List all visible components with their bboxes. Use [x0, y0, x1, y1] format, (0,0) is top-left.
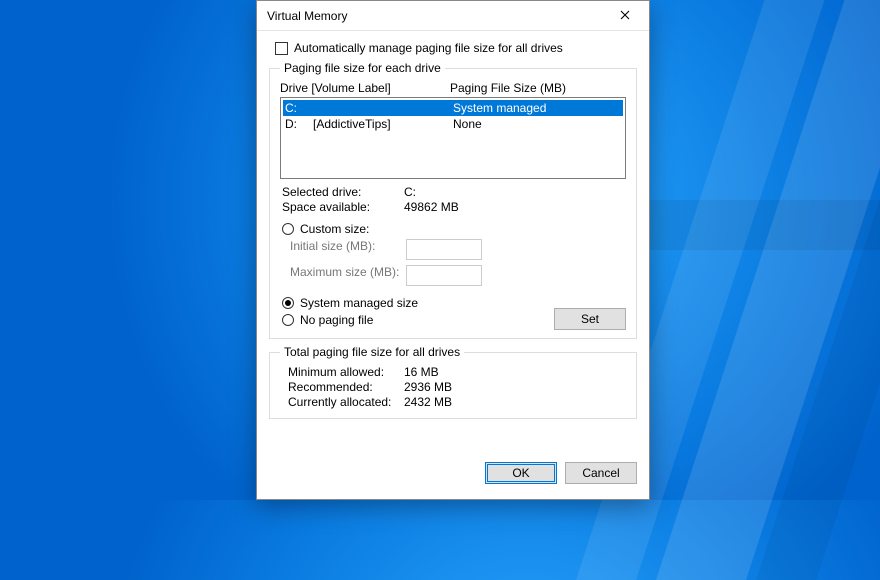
- recommended-row: Recommended: 2936 MB: [282, 380, 626, 394]
- max-size-input[interactable]: [406, 265, 482, 286]
- recommended-label: Recommended:: [282, 380, 404, 394]
- dialog-footer: OK Cancel: [257, 457, 649, 499]
- dialog-title: Virtual Memory: [267, 9, 603, 23]
- total-paging-group: Total paging file size for all drives Mi…: [269, 345, 637, 419]
- header-drive: Drive [Volume Label]: [280, 81, 450, 95]
- currently-allocated-value: 2432 MB: [404, 395, 626, 409]
- radio-icon: [282, 223, 294, 235]
- auto-manage-row[interactable]: Automatically manage paging file size fo…: [275, 41, 637, 55]
- radio-none-label: No paging file: [300, 313, 373, 327]
- max-size-row: Maximum size (MB):: [282, 265, 626, 286]
- drive-letter: D:: [285, 117, 313, 131]
- drive-paging-size: System managed: [453, 101, 621, 115]
- radio-system-label: System managed size: [300, 296, 418, 310]
- drive-row[interactable]: C: System managed: [283, 100, 623, 116]
- drive-paging-size: None: [453, 117, 621, 131]
- initial-size-row: Initial size (MB):: [282, 239, 626, 260]
- set-button[interactable]: Set: [554, 308, 626, 330]
- drive-list[interactable]: C: System managed D: [AddictiveTips] Non…: [280, 97, 626, 179]
- initial-size-label: Initial size (MB):: [282, 239, 402, 260]
- radio-icon: [282, 314, 294, 326]
- paging-per-drive-group: Paging file size for each drive Drive [V…: [269, 61, 637, 339]
- drive-volume-label: [AddictiveTips]: [313, 117, 453, 131]
- selected-drive-value: C:: [404, 185, 626, 199]
- radio-custom-label: Custom size:: [300, 222, 369, 236]
- dialog-content: Automatically manage paging file size fo…: [257, 31, 649, 457]
- min-allowed-label: Minimum allowed:: [282, 365, 404, 379]
- currently-allocated-row: Currently allocated: 2432 MB: [282, 395, 626, 409]
- radio-custom-size[interactable]: Custom size:: [282, 222, 626, 236]
- titlebar: Virtual Memory: [257, 1, 649, 31]
- recommended-value: 2936 MB: [404, 380, 626, 394]
- currently-allocated-label: Currently allocated:: [282, 395, 404, 409]
- max-size-label: Maximum size (MB):: [282, 265, 402, 286]
- selected-drive-row: Selected drive: C:: [282, 185, 626, 199]
- space-available-row: Space available: 49862 MB: [282, 200, 626, 214]
- space-available-label: Space available:: [282, 200, 404, 214]
- ok-button[interactable]: OK: [485, 462, 557, 484]
- drive-row[interactable]: D: [AddictiveTips] None: [283, 116, 623, 132]
- radio-icon: [282, 297, 294, 309]
- total-paging-legend: Total paging file size for all drives: [280, 345, 464, 359]
- auto-manage-label: Automatically manage paging file size fo…: [294, 41, 563, 55]
- min-allowed-row: Minimum allowed: 16 MB: [282, 365, 626, 379]
- initial-size-input[interactable]: [406, 239, 482, 260]
- header-size: Paging File Size (MB): [450, 81, 626, 95]
- cancel-button[interactable]: Cancel: [565, 462, 637, 484]
- close-button[interactable]: [603, 2, 647, 30]
- min-allowed-value: 16 MB: [404, 365, 626, 379]
- space-available-value: 49862 MB: [404, 200, 626, 214]
- drive-letter: C:: [285, 101, 313, 115]
- drive-list-headers: Drive [Volume Label] Paging File Size (M…: [280, 81, 626, 95]
- selected-drive-label: Selected drive:: [282, 185, 404, 199]
- paging-per-drive-legend: Paging file size for each drive: [280, 61, 445, 75]
- auto-manage-checkbox[interactable]: [275, 42, 288, 55]
- close-icon: [620, 9, 630, 23]
- virtual-memory-dialog: Virtual Memory Automatically manage pagi…: [256, 0, 650, 500]
